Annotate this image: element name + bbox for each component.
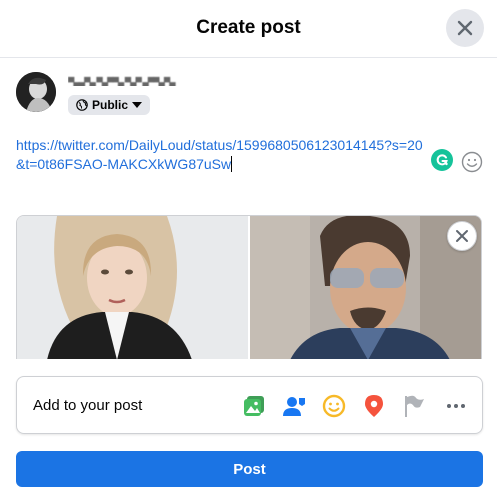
photo-video-button[interactable] (241, 393, 267, 419)
link-preview (16, 215, 482, 359)
avatar (16, 72, 56, 112)
privacy-selector[interactable]: Public (68, 95, 151, 115)
dialog-header: Create post (0, 0, 497, 58)
emoji-icon (461, 151, 483, 173)
more-icon (447, 404, 465, 408)
preview-image-left (17, 216, 248, 359)
tag-people-icon (283, 397, 305, 416)
dialog-title: Create post (196, 17, 301, 38)
close-button[interactable] (446, 9, 484, 47)
post-button[interactable]: Post (16, 451, 483, 487)
username-text: ▀▄▄▀▄ ▀▄▀▀▄ ▀▄▀ ▄▀▀▄▀▄ (68, 77, 176, 86)
emoji-button[interactable] (461, 151, 483, 173)
location-pin-icon (365, 395, 383, 417)
feeling-button[interactable] (321, 393, 347, 419)
check-in-button[interactable] (361, 393, 387, 419)
photo-video-icon (244, 396, 264, 416)
add-to-post-label: Add to your post (33, 397, 143, 414)
post-text-content: https://twitter.com/DailyLoud/status/159… (16, 137, 423, 172)
grammarly-icon[interactable] (431, 149, 453, 171)
text-cursor (231, 156, 233, 172)
caret-down-icon (132, 102, 143, 108)
close-icon (457, 20, 473, 36)
privacy-label: Public (92, 98, 129, 112)
globe-icon (76, 99, 88, 111)
more-options-button[interactable] (443, 393, 469, 419)
flag-icon (405, 395, 424, 417)
life-event-button[interactable] (401, 393, 427, 419)
feeling-icon (322, 394, 346, 418)
add-to-post-bar: Add to your post (16, 376, 483, 434)
close-icon (456, 230, 468, 242)
post-text-input[interactable]: https://twitter.com/DailyLoud/status/159… (16, 136, 430, 174)
username[interactable]: ▀▄▄▀▄ ▀▄▀▀▄ ▀▄▀ ▄▀▀▄▀▄ (68, 72, 208, 86)
remove-preview-button[interactable] (447, 221, 477, 251)
tag-people-button[interactable] (281, 393, 307, 419)
